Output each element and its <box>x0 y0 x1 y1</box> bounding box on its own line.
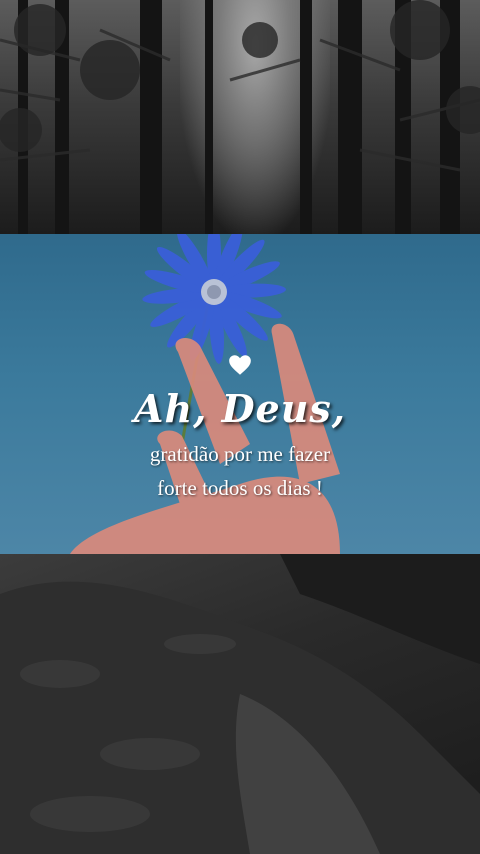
rock-image <box>0 554 480 854</box>
caption: Ah, Deus, gratidão por me fazer forte to… <box>0 352 480 505</box>
heart-icon <box>229 355 251 375</box>
caption-line-1: gratidão por me fazer <box>149 442 331 466</box>
forest-image <box>0 0 480 234</box>
caption-line-2: forte todos os dias ! <box>157 476 323 500</box>
caption-title: Ah, Deus, <box>134 386 346 431</box>
